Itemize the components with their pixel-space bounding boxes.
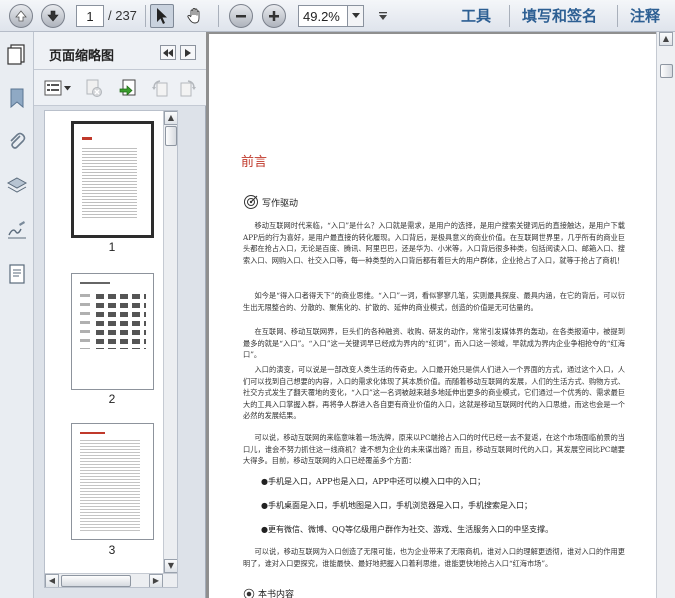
document-page: 前言 写作驱动 移动互联网时代来临，“入口”是什么？入口就是需求，是用户的选择，… <box>209 34 656 598</box>
target-icon <box>243 588 255 598</box>
body-paragraph: 移动互联网时代来临，“入口”是什么？入口就是需求，是用户的选择，是用户搜索关键词… <box>243 221 625 265</box>
attachments-tab[interactable] <box>5 130 29 154</box>
panel-toolbar <box>34 70 206 106</box>
scroll-right-button[interactable]: ▶ <box>149 574 163 587</box>
doc-scroll-thumb[interactable] <box>660 64 673 78</box>
layers-tab[interactable] <box>5 174 29 198</box>
next-page-button[interactable] <box>41 4 65 28</box>
thumbnail-page-1[interactable] <box>71 121 154 238</box>
delete-page-button[interactable] <box>84 78 104 98</box>
section-heading-text: 写作驱动 <box>262 198 299 209</box>
bullet-item: ●手机是入口，APP也是入口，APP中还可以模入口中的入口； <box>261 477 486 486</box>
hand-icon <box>187 8 200 24</box>
zoom-level-input[interactable] <box>298 5 348 27</box>
signatures-tab[interactable] <box>5 218 29 242</box>
next-section-heading-text: 本书内容 <box>258 590 295 598</box>
plus-icon <box>269 11 279 21</box>
next-section-heading: 本书内容 <box>243 587 294 598</box>
thumbnail-page-2[interactable] <box>71 273 154 390</box>
scroll-thumb[interactable] <box>165 126 177 146</box>
chapter-title: 前言 <box>241 155 268 170</box>
navigation-pane-strip <box>0 32 34 598</box>
minus-icon <box>236 15 246 18</box>
list-options-icon <box>44 80 62 96</box>
layers-icon <box>6 177 28 193</box>
arrow-down-icon <box>47 10 59 22</box>
main-toolbar: / 237 工具 填写和签名 注释 <box>0 0 675 32</box>
horizontal-scroll-thumb[interactable] <box>61 575 131 587</box>
previous-page-button[interactable] <box>9 4 33 28</box>
toolbar-separator <box>509 5 510 27</box>
page-thumbnails-tab[interactable] <box>5 42 29 66</box>
thumbnails-panel: 页面缩略图 1 2 3 ▲ ▼ ◀ ▶ <box>34 32 206 598</box>
options-menu-button[interactable] <box>44 79 72 97</box>
thumbnail-vertical-scrollbar[interactable]: ▲ ▼ <box>163 111 177 573</box>
doc-scroll-up-button[interactable]: ▲ <box>659 32 673 46</box>
cursor-arrow-icon <box>157 8 167 24</box>
bookmarks-tab[interactable] <box>5 86 29 110</box>
insert-page-button[interactable] <box>118 77 140 99</box>
panel-title: 页面缩略图 <box>49 49 115 64</box>
arrow-up-icon <box>15 10 27 22</box>
zoom-out-button[interactable] <box>229 4 253 28</box>
hand-tool-button[interactable] <box>183 4 207 28</box>
toolbar-separator <box>617 5 618 27</box>
bookmark-icon <box>10 88 24 109</box>
rotate-right-icon <box>180 80 196 97</box>
collapse-panel-button[interactable] <box>160 45 176 60</box>
bullet-item: ●更有微信、微博、QQ等亿级用户群作为社交、游戏、生活服务入口的中坚支撑。 <box>261 525 554 534</box>
toolbar-separator <box>218 5 219 27</box>
rotate-left-button[interactable] <box>150 78 170 98</box>
scroll-left-button[interactable]: ◀ <box>45 574 59 587</box>
paperclip-icon <box>10 132 26 149</box>
panel-header: 页面缩略图 <box>34 32 206 70</box>
double-chevron-left-icon <box>163 48 173 57</box>
content-tab[interactable] <box>5 262 29 286</box>
thumbnail-page-3[interactable] <box>71 423 154 540</box>
insert-page-icon <box>119 79 136 96</box>
thumbnail-horizontal-scrollbar[interactable]: ◀ ▶ <box>45 573 177 587</box>
toolbar-more-button[interactable] <box>377 10 389 22</box>
thumbnail-label: 1 <box>108 240 116 254</box>
comment-menu[interactable]: 注释 <box>630 5 660 26</box>
expand-panel-button[interactable] <box>180 45 196 60</box>
fill-sign-menu[interactable]: 填写和签名 <box>522 5 597 26</box>
chevron-down-icon <box>351 13 360 18</box>
toolbar-separator <box>145 5 146 27</box>
document-viewport[interactable]: 前言 写作驱动 移动互联网时代来临，“入口”是什么？入口就是需求，是用户的选择，… <box>206 32 675 598</box>
select-tool-button[interactable] <box>150 4 174 28</box>
delete-page-icon <box>86 79 102 97</box>
overflow-arrow-icon <box>379 12 387 20</box>
chevron-right-icon <box>185 48 191 57</box>
chevron-down-icon <box>64 85 71 90</box>
rotate-right-button[interactable] <box>178 78 198 98</box>
scroll-down-button[interactable]: ▼ <box>164 559 177 573</box>
body-paragraph: 入口的演变，可以说是一部改变人类生活的传奇史。入口最开始只是供人们进入一个界面的… <box>243 365 625 421</box>
body-paragraph: 可以说，移动互联网为入口创造了无限可能，也为企业带来了无限商机，谁对入口的理解更… <box>243 547 625 568</box>
signature-pen-icon <box>8 221 26 239</box>
section-heading: 写作驱动 <box>243 194 298 210</box>
document-list-icon <box>9 264 25 284</box>
zoom-in-button[interactable] <box>262 4 286 28</box>
body-paragraph: 如今是“得入口者得天下”的商业思维。“入口”一词，看似寥寥几笔，实则最具探度、最… <box>243 291 625 312</box>
zoom-dropdown-button[interactable] <box>348 5 364 27</box>
scroll-up-button[interactable]: ▲ <box>164 111 177 125</box>
page-number-input[interactable] <box>76 5 104 27</box>
body-paragraph: 可以说，移动互联网的来临意味着一场洗牌，原来以PC端抢占入口的时代已经一去不复返… <box>243 433 625 466</box>
thumbnail-label: 2 <box>108 392 116 406</box>
thumbnail-label: 3 <box>108 543 116 557</box>
thumbnail-list[interactable]: 1 2 3 ▲ ▼ ◀ ▶ <box>44 110 178 588</box>
document-vertical-scrollbar[interactable]: ▲ <box>656 32 675 598</box>
body-paragraph: 在互联网、移动互联网界，巨头们的各种融资、收购、研发的动作，常常引发媒体界的轰动… <box>243 327 625 360</box>
pages-icon <box>7 44 25 65</box>
target-icon <box>244 195 258 209</box>
rotate-left-icon <box>152 80 168 97</box>
tools-menu[interactable]: 工具 <box>461 5 491 26</box>
bullet-item: ●手机桌面是入口，手机地图是入口，手机浏览器是入口，手机搜索是入口； <box>261 501 532 510</box>
page-total-label: / 237 <box>108 8 137 23</box>
